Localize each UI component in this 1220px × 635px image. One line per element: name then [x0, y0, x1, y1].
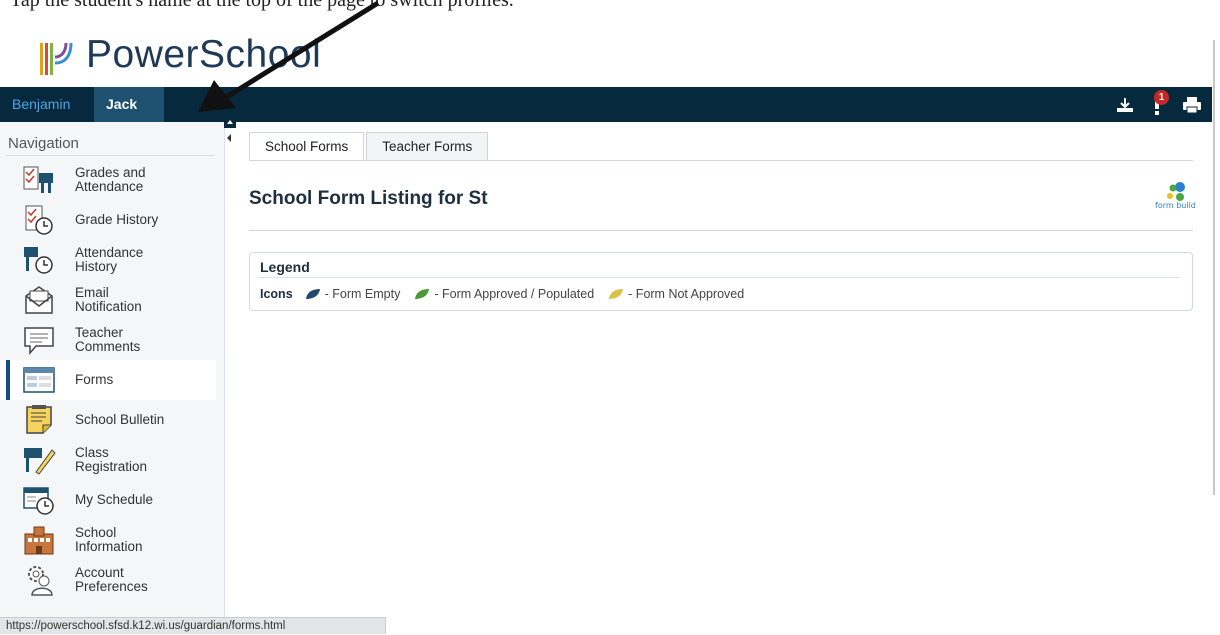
divider — [258, 277, 1180, 278]
nav-label: School Bulletin — [75, 412, 165, 427]
account-icon — [22, 563, 56, 597]
bulletin-icon — [22, 403, 56, 437]
email-icon — [22, 283, 56, 317]
nav-item-account-preferences[interactable]: Account Preferences — [0, 560, 216, 600]
leaf-icon-not-approved — [609, 289, 624, 299]
legend-row: Icons - Form Empty - Form Approved / Pop… — [260, 287, 758, 301]
school-icon — [22, 523, 56, 557]
forms-icon — [22, 363, 56, 397]
registration-icon — [22, 443, 56, 477]
page-title: School Form Listing for St — [249, 188, 488, 209]
divider — [6, 155, 214, 156]
tab-teacher-forms[interactable]: Teacher Forms — [366, 132, 489, 160]
divider — [249, 230, 1193, 231]
navigation-sidebar: Navigation Grades and Attendance Grade H… — [0, 122, 225, 634]
attendance-history-icon — [22, 243, 56, 277]
powerschool-logo-icon — [40, 42, 73, 75]
nav-item-grade-history[interactable]: Grade History — [0, 200, 216, 240]
grades-attendance-icon — [22, 163, 56, 197]
divider — [249, 160, 1193, 161]
nav-item-grades-attendance[interactable]: Grades and Attendance — [0, 160, 216, 200]
nav-label: My Schedule — [75, 492, 154, 507]
nav-label: Grade History — [75, 212, 159, 227]
comments-icon — [22, 323, 56, 357]
legend-lead: Icons — [260, 287, 293, 301]
navigation-list: Grades and Attendance Grade History Atte… — [0, 160, 216, 600]
download-icon[interactable] — [1116, 97, 1134, 113]
nav-item-teacher-comments[interactable]: Teacher Comments — [0, 320, 216, 360]
nav-item-school-bulletin[interactable]: School Bulletin — [0, 400, 216, 440]
brand-name: PowerSchool — [86, 33, 322, 76]
nav-label: Grades and Attendance — [75, 165, 146, 194]
legend-panel: Legend Icons - Form Empty - Form Approve… — [249, 252, 1193, 311]
legend-label: - Form Not Approved — [628, 287, 745, 301]
student-bar: Benjamin Jack 1 — [0, 87, 1212, 122]
brand-logo: PowerSchool — [38, 30, 321, 80]
page-scrollbar[interactable] — [1213, 40, 1215, 495]
nav-label: Forms — [75, 372, 114, 387]
nav-item-email-notification[interactable]: Email Notification — [0, 280, 216, 320]
student-tab-benjamin[interactable]: Benjamin — [0, 87, 82, 122]
instruction-caption: Tap the student's name at the top of the… — [10, 0, 514, 11]
student-tab-jack[interactable]: Jack — [94, 87, 164, 122]
collapse-sidebar-control[interactable] — [224, 116, 236, 148]
leaf-icon-approved — [415, 289, 430, 299]
schedule-icon — [22, 483, 56, 517]
form-builder-logo: form builder — [1153, 178, 1205, 216]
nav-label: Class Registration — [75, 445, 148, 474]
legend-label: - Form Approved / Populated — [434, 287, 595, 301]
nav-item-school-information[interactable]: School Information — [0, 520, 216, 560]
legend-item-not-approved: - Form Not Approved — [608, 287, 744, 301]
form-builder-logo-text: form builder — [1155, 201, 1195, 210]
navigation-title: Navigation — [8, 135, 79, 152]
nav-label: School Information — [75, 525, 143, 554]
header-actions: 1 — [1116, 87, 1202, 122]
nav-item-my-schedule[interactable]: My Schedule — [0, 480, 216, 520]
nav-item-class-registration[interactable]: Class Registration — [0, 440, 216, 480]
nav-label: Email Notification — [75, 285, 142, 314]
bell-icon[interactable]: 1 — [1150, 89, 1169, 115]
legend-title: Legend — [260, 259, 310, 275]
legend-item-empty: - Form Empty — [305, 287, 401, 301]
printer-icon[interactable] — [1182, 96, 1202, 114]
legend-label: - Form Empty — [324, 287, 401, 301]
form-tabs: School Forms Teacher Forms — [249, 132, 490, 160]
status-url-bar: https://powerschool.sfsd.k12.wi.us/guard… — [0, 617, 386, 634]
tab-school-forms[interactable]: School Forms — [249, 132, 365, 160]
nav-item-attendance-history[interactable]: Attendance History — [0, 240, 216, 280]
notification-badge: 1 — [1154, 89, 1169, 105]
nav-item-forms[interactable]: Forms — [0, 360, 216, 400]
legend-item-approved: - Form Approved / Populated — [414, 287, 594, 301]
nav-label: Attendance History — [75, 245, 144, 274]
leaf-icon-empty — [305, 289, 320, 299]
nav-label: Teacher Comments — [75, 325, 141, 354]
nav-label: Account Preferences — [75, 565, 148, 594]
grade-history-icon — [22, 203, 56, 237]
